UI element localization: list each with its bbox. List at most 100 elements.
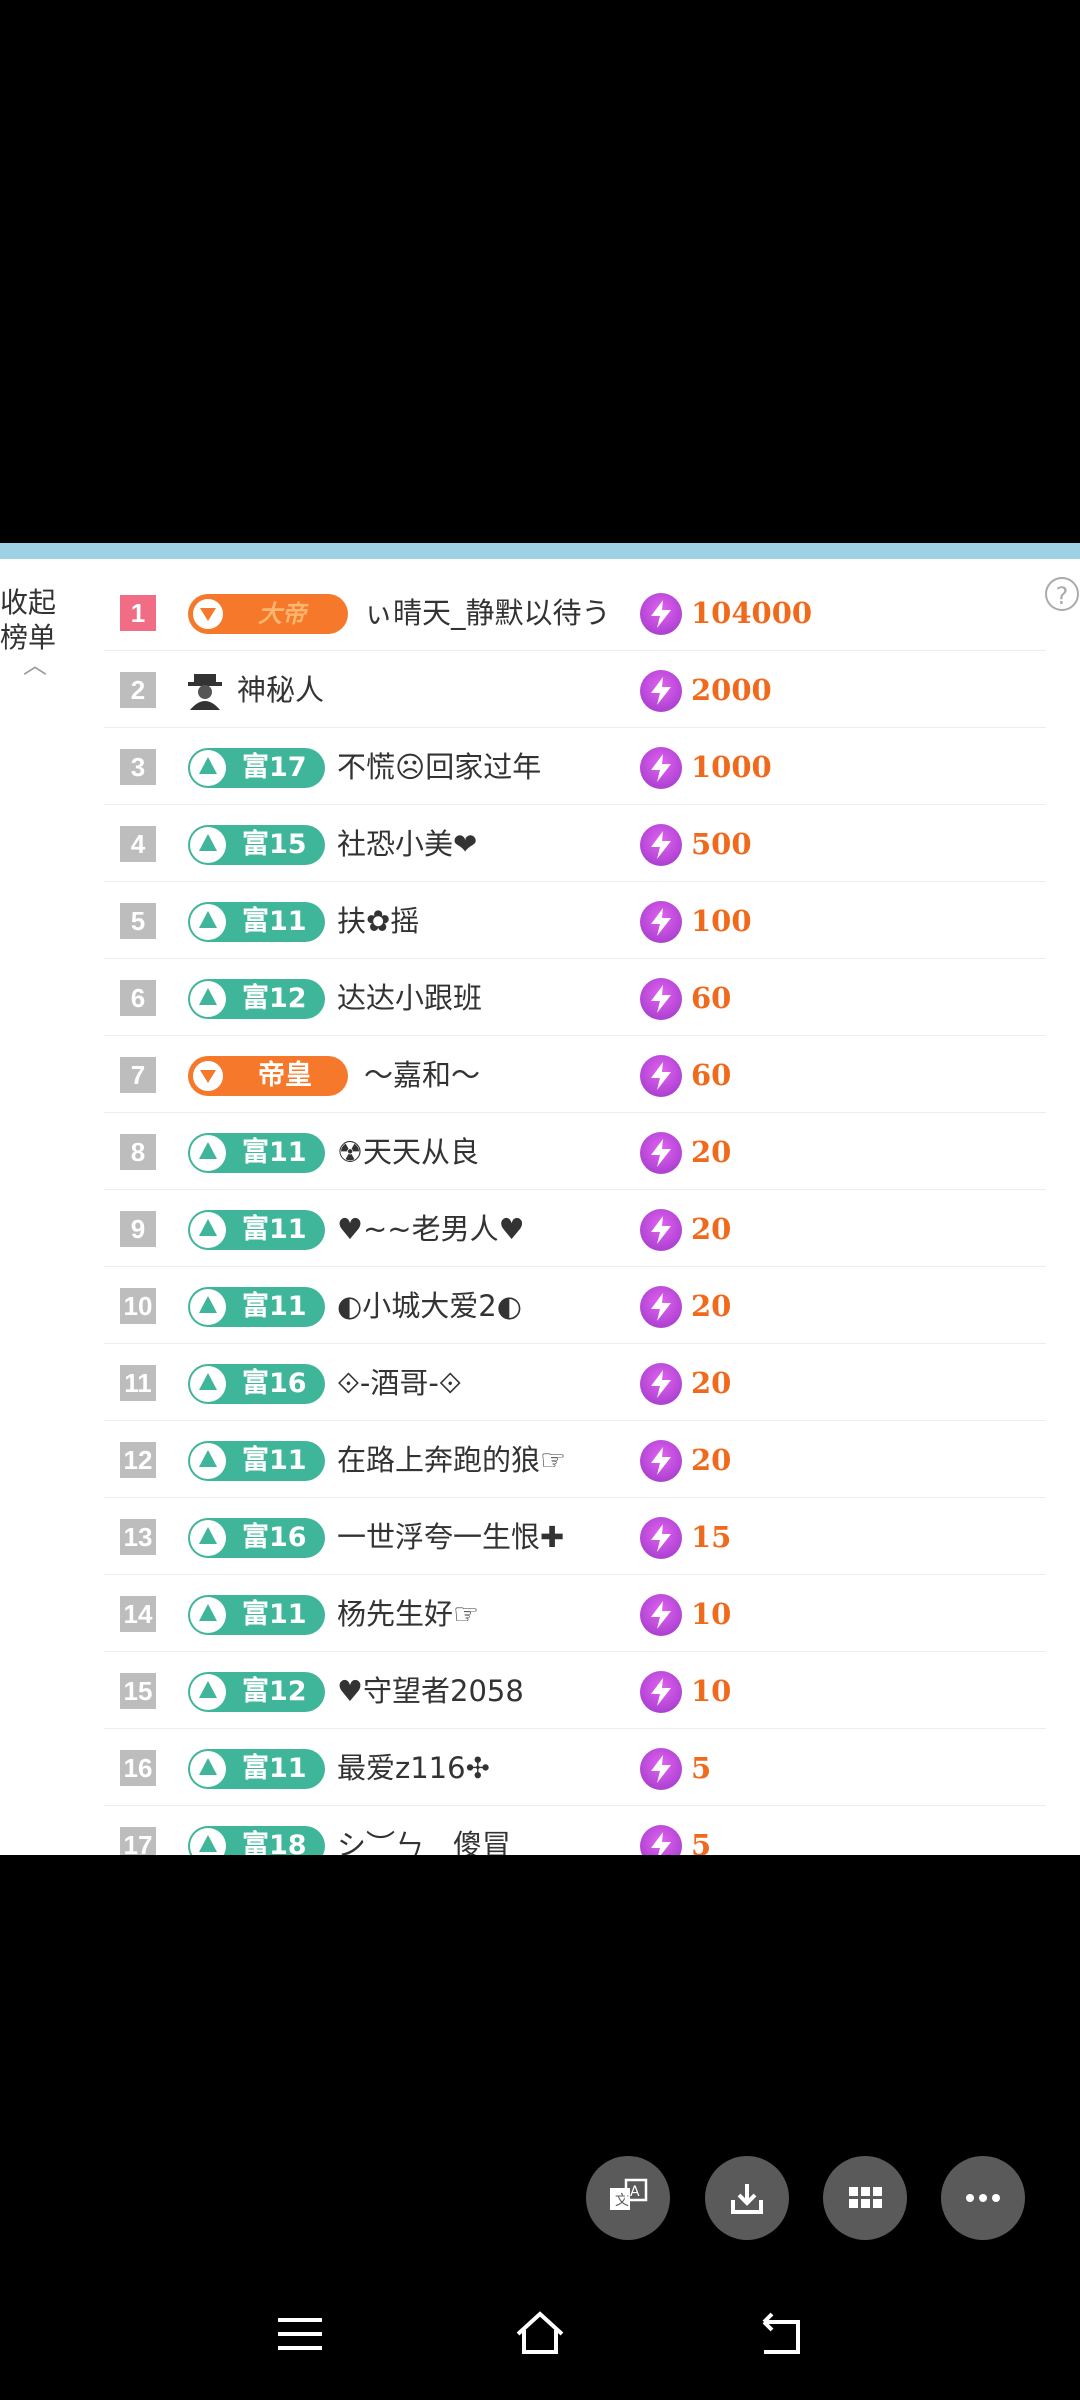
badge-label: 富18 <box>242 1830 307 1855</box>
leaderboard-row[interactable]: 13 富16 一世浮夸一生恨✚ 15 <box>0 1498 1080 1575</box>
wealth-level-badge: 富12 <box>188 979 325 1019</box>
contribution-score: 20 <box>691 1443 732 1477</box>
badge-label: 富11 <box>242 1137 307 1168</box>
emperor-badge: 大帝 <box>188 594 348 634</box>
translate-button[interactable]: 文 A <box>586 2156 670 2240</box>
wealth-level-badge: 富11 <box>188 1287 325 1327</box>
leaderboard-row[interactable]: 17 富18 シ︶ㄣ 傻冒 5 <box>0 1806 1080 1855</box>
contribution-score: 1000 <box>691 750 772 784</box>
user-name: ⟐-酒哥-⟐ <box>337 1366 462 1400</box>
triangle-level-icon <box>190 1674 226 1710</box>
badge-label: 富11 <box>242 1214 307 1245</box>
rank-number: 10 <box>120 1288 156 1324</box>
leaderboard-row[interactable]: 8 富11 ☢天天从良 20 <box>0 1113 1080 1190</box>
emperor-badge: 帝皇 <box>188 1056 348 1096</box>
leaderboard-row[interactable]: 10 富11 ◐小城大爱2◐ 20 <box>0 1267 1080 1344</box>
lightning-gift-icon <box>640 1209 682 1251</box>
contribution-score: 60 <box>691 981 732 1015</box>
badge-label: 富12 <box>242 983 307 1014</box>
download-button[interactable] <box>705 2156 789 2240</box>
wealth-level-badge: 富11 <box>188 1210 325 1250</box>
wealth-level-badge: 富11 <box>188 902 325 942</box>
more-button[interactable] <box>941 2156 1025 2240</box>
rank-number: 16 <box>120 1750 156 1786</box>
user-name: ◐小城大爱2◐ <box>337 1289 523 1323</box>
contribution-score: 5 <box>691 1751 712 1785</box>
badge-label: 富17 <box>242 752 307 783</box>
leaderboard-row[interactable]: 1 大帝 ぃ晴天_静默以待う 104000 <box>0 574 1080 651</box>
rank-number: 12 <box>120 1442 156 1478</box>
contribution-score: 15 <box>691 1520 732 1554</box>
lightning-gift-icon <box>640 1825 682 1855</box>
contribution-score: 5 <box>691 1828 712 1855</box>
home-icon[interactable] <box>514 2308 566 2360</box>
lightning-gift-icon <box>640 747 682 789</box>
contribution-score: 20 <box>691 1135 732 1169</box>
back-icon[interactable] <box>754 2308 806 2360</box>
lightning-gift-icon <box>640 670 682 712</box>
leaderboard-row[interactable]: 7 帝皇 ～嘉和～ 60 <box>0 1036 1080 1113</box>
leaderboard-row[interactable]: 12 富11 在路上奔跑的狼☞ 20 <box>0 1421 1080 1498</box>
wealth-level-badge: 富11 <box>188 1441 325 1481</box>
leaderboard-row[interactable]: 5 富11 扶✿摇 100 <box>0 882 1080 959</box>
contribution-score: 500 <box>691 827 752 861</box>
svg-text:A: A <box>630 2184 640 2200</box>
badge-label: 富11 <box>242 1753 307 1784</box>
rank-number: 1 <box>120 595 156 631</box>
crown-level-icon <box>190 596 226 632</box>
grid-icon <box>849 2187 882 2208</box>
menu-icon[interactable] <box>274 2308 326 2360</box>
badge-label: 大帝 <box>258 600 306 628</box>
grid-button[interactable] <box>823 2156 907 2240</box>
leaderboard-panel: 收起 榜单 ︿ ? 1 大帝 ぃ晴天_静默以待う 104000 2 神秘人 2000 3… <box>0 543 1080 1855</box>
triangle-level-icon <box>190 1520 226 1556</box>
user-name: 不慌☹回家过年 <box>337 750 542 784</box>
contribution-score: 10 <box>691 1597 732 1631</box>
user-name: 杨先生好☞ <box>337 1597 479 1631</box>
lightning-gift-icon <box>640 1594 682 1636</box>
lightning-gift-icon <box>640 824 682 866</box>
leaderboard-row[interactable]: 6 富12 达达小跟班 60 <box>0 959 1080 1036</box>
rank-number: 17 <box>120 1827 156 1855</box>
badge-label: 富15 <box>242 829 307 860</box>
contribution-score: 2000 <box>691 673 772 707</box>
user-name: 社恐小美❤ <box>337 827 478 861</box>
user-name: 最爱z116✣ <box>337 1751 490 1785</box>
triangle-level-icon <box>190 981 226 1017</box>
panel-top-bar <box>0 543 1080 559</box>
user-name: 神秘人 <box>237 673 325 707</box>
wealth-level-badge: 富16 <box>188 1364 325 1404</box>
user-name: 在路上奔跑的狼☞ <box>337 1443 566 1477</box>
lightning-gift-icon <box>640 1517 682 1559</box>
user-name: 一世浮夸一生恨✚ <box>337 1520 565 1554</box>
triangle-level-icon <box>190 904 226 940</box>
contribution-score: 20 <box>691 1366 732 1400</box>
leaderboard-row[interactable]: 3 富17 不慌☹回家过年 1000 <box>0 728 1080 805</box>
badge-label: 富11 <box>242 1291 307 1322</box>
leaderboard-row[interactable]: 4 富15 社恐小美❤ 500 <box>0 805 1080 882</box>
lightning-gift-icon <box>640 1440 682 1482</box>
leaderboard-row[interactable]: 16 富11 最爱z116✣ 5 <box>0 1729 1080 1806</box>
leaderboard-row[interactable]: 2 神秘人 2000 <box>0 651 1080 728</box>
triangle-level-icon <box>190 750 226 786</box>
badge-label: 富12 <box>242 1676 307 1707</box>
leaderboard-row[interactable]: 9 富11 ♥~~老男人♥ 20 <box>0 1190 1080 1267</box>
lightning-gift-icon <box>640 901 682 943</box>
leaderboard-row[interactable]: 11 富16 ⟐-酒哥-⟐ 20 <box>0 1344 1080 1421</box>
user-name: ☢天天从良 <box>337 1135 479 1169</box>
rank-number: 5 <box>120 903 156 939</box>
lightning-gift-icon <box>640 1132 682 1174</box>
triangle-level-icon <box>190 1289 226 1325</box>
download-icon <box>731 2184 763 2214</box>
triangle-level-icon <box>190 1443 226 1479</box>
crown-level-icon <box>190 1058 226 1094</box>
contribution-score: 100 <box>691 904 752 938</box>
leaderboard-row[interactable]: 15 富12 ♥守望者2058 10 <box>0 1652 1080 1729</box>
rank-number: 6 <box>120 980 156 1016</box>
user-name: 达达小跟班 <box>337 981 483 1015</box>
rank-number: 9 <box>120 1211 156 1247</box>
leaderboard-row[interactable]: 14 富11 杨先生好☞ 10 <box>0 1575 1080 1652</box>
rank-number: 11 <box>120 1365 156 1401</box>
lightning-gift-icon <box>640 1748 682 1790</box>
rank-number: 13 <box>120 1519 156 1555</box>
